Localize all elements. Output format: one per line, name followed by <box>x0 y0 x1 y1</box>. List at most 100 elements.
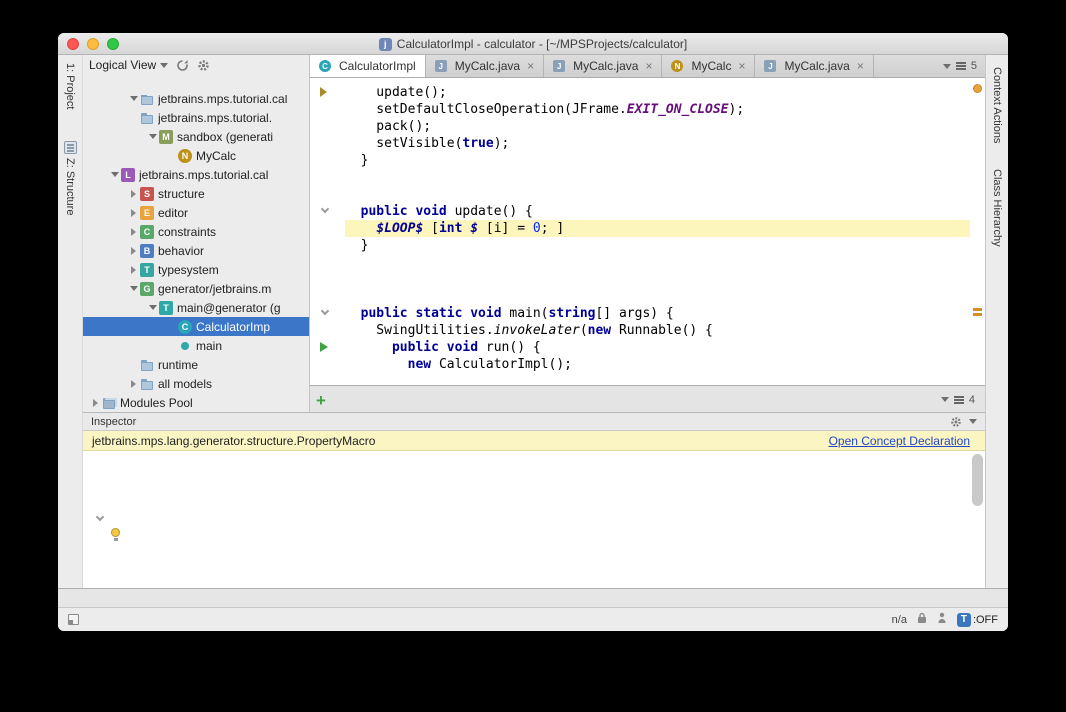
collapse-arrow-icon[interactable] <box>127 95 140 105</box>
hector-icon[interactable] <box>937 612 947 627</box>
code-line[interactable] <box>345 186 970 203</box>
code-line[interactable]: SwingUtilities.invokeLater(new Runnable(… <box>345 322 970 339</box>
tree-item[interactable]: Ggenerator/jetbrains.m <box>83 279 309 298</box>
node-icon: N <box>671 60 683 72</box>
transient-models-toggle[interactable]: T :OFF <box>957 613 998 627</box>
view-selector[interactable]: Logical View <box>89 58 168 72</box>
collapse-arrow-icon[interactable] <box>146 301 159 314</box>
collapse-arrow-icon[interactable] <box>146 130 159 143</box>
tree-item[interactable]: runtime <box>83 355 309 374</box>
code-line[interactable]: setDefaultCloseOperation(JFrame.EXIT_ON_… <box>345 101 970 118</box>
editor-tab[interactable]: N MyCalc × <box>662 55 755 77</box>
code-line[interactable]: } <box>345 237 970 254</box>
tool-stripe-button-context-actions[interactable]: Context Actions <box>986 67 1008 143</box>
code-text: ); <box>729 102 745 117</box>
title-bar[interactable]: j CalculatorImpl - calculator - [~/MPSPr… <box>58 33 1008 55</box>
editor-tab[interactable]: JMyCalc.java× <box>544 55 662 77</box>
code-line[interactable]: setVisible(true); <box>345 135 970 152</box>
code-line[interactable]: public void run() { <box>345 339 970 356</box>
code-line[interactable]: public static void main(string[] args) { <box>345 305 970 322</box>
editor-tab[interactable]: JMyCalc.java× <box>426 55 544 77</box>
code-text: public void <box>392 340 486 355</box>
collapse-arrow-icon[interactable] <box>127 282 140 295</box>
close-tab-icon[interactable]: × <box>857 59 864 73</box>
settings-gear-icon[interactable] <box>950 416 962 428</box>
editor-scrollbar[interactable] <box>970 78 985 385</box>
code-line[interactable]: } <box>345 152 970 169</box>
stripe-mark-icon[interactable] <box>973 313 982 316</box>
code-line[interactable]: new CalculatorImpl(); <box>345 356 970 373</box>
tree-item[interactable]: jetbrains.mps.tutorial. <box>83 108 309 127</box>
collapse-arrow-icon[interactable] <box>108 168 121 181</box>
tree-item[interactable]: Cconstraints <box>83 222 309 241</box>
inspection-indicator-icon[interactable] <box>973 84 982 93</box>
close-window-button[interactable] <box>67 38 79 50</box>
minimize-window-button[interactable] <box>87 38 99 50</box>
code-text: invokeLater <box>494 323 580 338</box>
stripe-mark-icon[interactable] <box>973 308 982 311</box>
tree-item[interactable]: jetbrains.mps.tutorial.cal <box>83 95 309 108</box>
expand-arrow-icon[interactable] <box>127 228 140 236</box>
close-tab-icon[interactable]: × <box>738 59 745 73</box>
sync-icon[interactable] <box>176 59 189 72</box>
tree-item[interactable]: Sstructure <box>83 184 309 203</box>
folder-icon <box>140 358 154 372</box>
expand-arrow-icon[interactable] <box>127 209 140 217</box>
tab-list-icon[interactable] <box>954 396 964 398</box>
tab-list-icon[interactable] <box>956 62 966 64</box>
editor-tab[interactable]: CCalculatorImpl <box>310 55 426 77</box>
tree-item[interactable]: Bbehavior <box>83 241 309 260</box>
class-icon: C <box>178 320 192 334</box>
tree-item[interactable]: CCalculatorImp <box>83 317 309 336</box>
tree-item-label: Modules Pool <box>120 396 193 410</box>
lock-icon[interactable] <box>917 612 927 627</box>
tree-item[interactable]: Eeditor <box>83 203 309 222</box>
code-editor[interactable]: update(); setDefaultCloseOperation(JFram… <box>310 78 985 385</box>
code-line[interactable]: pack(); <box>345 118 970 135</box>
add-tab-button[interactable]: + <box>316 392 326 409</box>
hide-panel-icon[interactable] <box>969 419 977 428</box>
zoom-window-button[interactable] <box>107 38 119 50</box>
close-tab-icon[interactable]: × <box>645 59 652 73</box>
expand-arrow-icon[interactable] <box>89 399 102 407</box>
code-line[interactable]: public void update() { <box>345 203 970 220</box>
open-concept-declaration-link[interactable]: Open Concept Declaration <box>829 434 970 448</box>
editor-tab[interactable]: JMyCalc.java× <box>755 55 873 77</box>
code-line[interactable] <box>345 288 970 305</box>
project-tree: jetbrains.mps.tutorial.caljetbrains.mps.… <box>83 95 309 412</box>
tab-label: MyCalc <box>691 59 731 73</box>
code-line[interactable] <box>345 271 970 288</box>
code-line[interactable]: update(); <box>345 84 970 101</box>
intention-bulb-icon[interactable] <box>111 528 120 537</box>
tree-item[interactable]: Tmain@generator (g <box>83 298 309 317</box>
chevron-down-icon[interactable] <box>941 397 949 406</box>
close-tab-icon[interactable]: × <box>527 59 534 73</box>
expand-arrow-icon[interactable] <box>127 190 140 198</box>
fold-marker-icon[interactable] <box>96 513 104 521</box>
code-text: ); <box>494 136 510 151</box>
tree-item[interactable]: Ljetbrains.mps.tutorial.cal <box>83 165 309 184</box>
settings-gear-icon[interactable] <box>197 59 210 72</box>
toggle-stripes-icon[interactable] <box>68 614 79 625</box>
expand-arrow-icon[interactable] <box>127 266 140 274</box>
tree-item[interactable]: Modules Pool <box>83 393 309 412</box>
expand-arrow-icon[interactable] <box>127 380 140 388</box>
code-line[interactable] <box>345 169 970 186</box>
code-text: CalculatorImpl(); <box>439 357 572 372</box>
tree-item[interactable]: Ttypesystem <box>83 260 309 279</box>
tree-item-label: structure <box>158 187 205 201</box>
scrollbar-thumb[interactable] <box>972 454 983 506</box>
expand-arrow-icon[interactable] <box>127 247 140 255</box>
inspector-scrollbar[interactable] <box>970 451 985 588</box>
chevron-down-icon[interactable] <box>943 64 951 73</box>
tree-item[interactable]: main <box>83 336 309 355</box>
code-line[interactable]: $LOOP$ [int $ [i] = 0; ] <box>345 220 970 237</box>
tool-stripe-button-structure[interactable]: Z: Structure <box>58 141 82 215</box>
tree-item[interactable]: Msandbox (generati <box>83 127 309 146</box>
tool-stripe-button-class-hierarchy[interactable]: Class Hierarchy <box>986 169 1008 247</box>
inspector-editor[interactable] <box>83 451 970 588</box>
tree-item[interactable]: NMyCalc <box>83 146 309 165</box>
code-line[interactable] <box>345 254 970 271</box>
tree-item[interactable]: all models <box>83 374 309 393</box>
tool-stripe-button-project[interactable]: 1: Project <box>58 63 82 109</box>
